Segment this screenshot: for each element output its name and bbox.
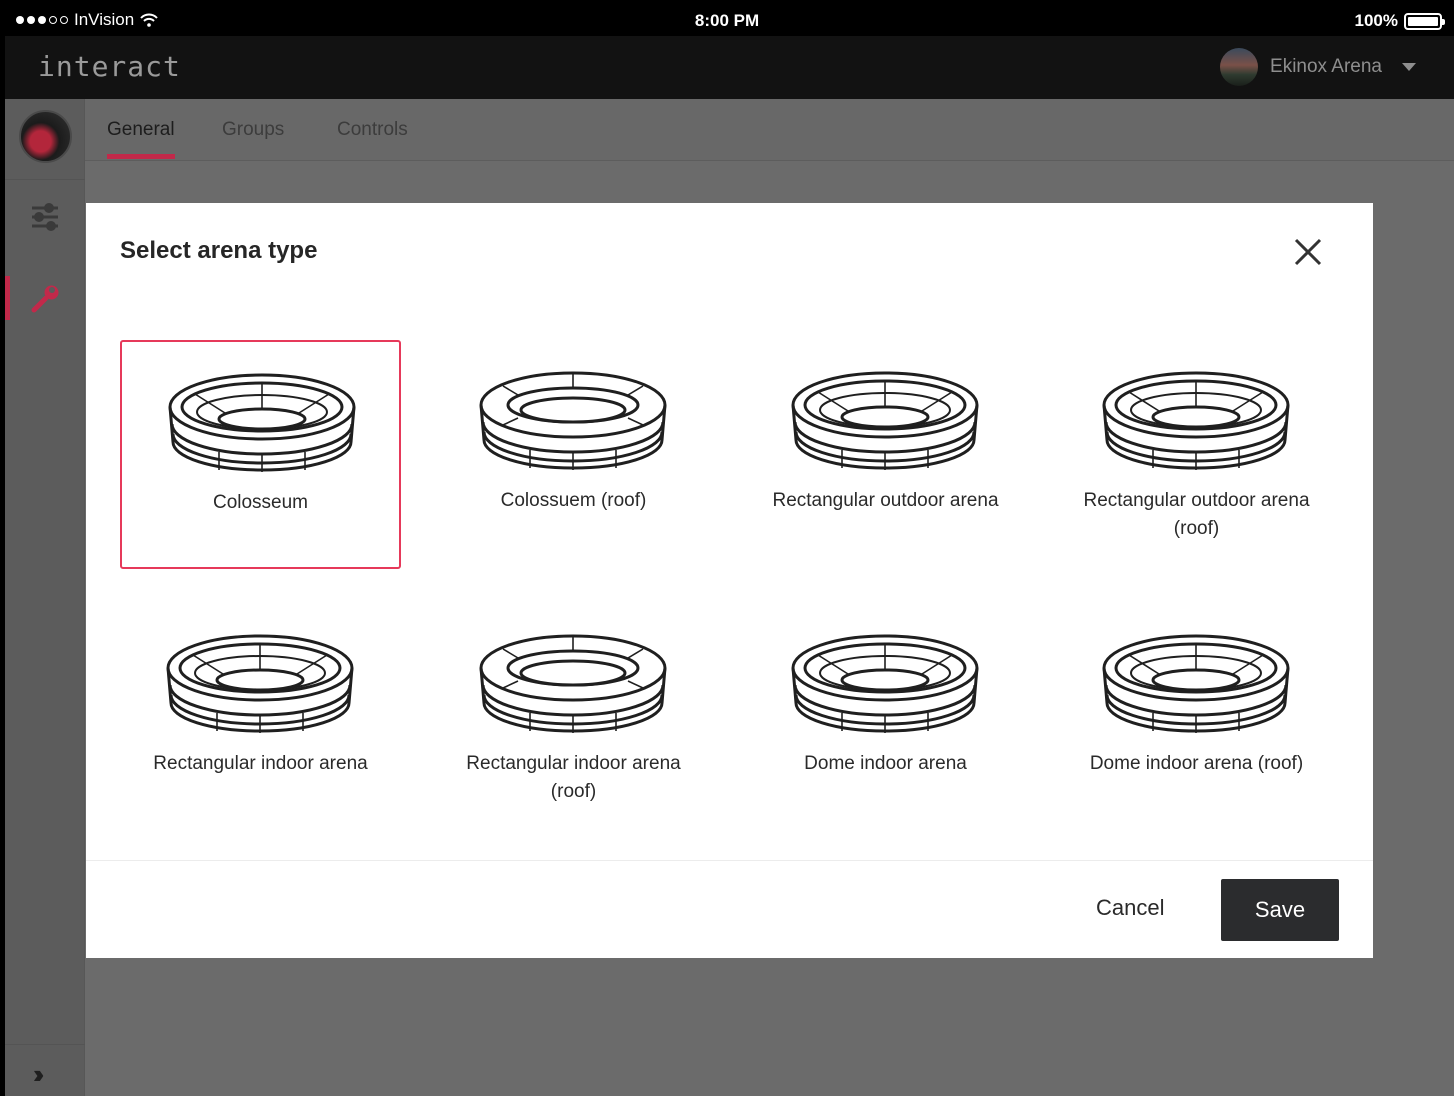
status-time: 8:00 PM [694, 11, 760, 30]
arena-option-label: Dome indoor arena [804, 753, 967, 774]
rectangular-outdoor-arena-roof-icon [1101, 370, 1291, 470]
dome-indoor-arena-roof-icon [1101, 633, 1291, 733]
arena-option-rect-indoor[interactable]: Rectangular indoor arena [120, 603, 401, 832]
sliders-icon[interactable] [27, 199, 63, 235]
tab-general[interactable]: General [107, 119, 175, 141]
sidebar-active-indicator [5, 276, 10, 320]
tab-controls[interactable]: Controls [337, 119, 408, 141]
rectangular-indoor-arena-icon [165, 633, 355, 733]
avatar[interactable] [19, 110, 72, 163]
select-arena-dialog: Select arena type Colosseum Colossuem (r… [86, 203, 1373, 958]
wrench-icon[interactable] [27, 279, 63, 315]
sidebar-divider [5, 179, 85, 180]
venue-name: Ekinox Arena [1270, 56, 1382, 77]
close-icon[interactable] [1291, 235, 1325, 269]
arena-option-label: Dome indoor arena (roof) [1089, 753, 1304, 774]
arena-option-rect-outdoor-roof[interactable]: Rectangular outdoor arena (roof) [1056, 340, 1337, 569]
battery-icon [1404, 12, 1445, 30]
arena-option-colosseum-roof[interactable]: Colossuem (roof) [433, 340, 714, 569]
arena-option-label: Rectangular indoor arena [153, 753, 368, 774]
chevron-down-icon [1402, 63, 1416, 71]
rectangular-outdoor-arena-icon [790, 370, 980, 470]
colosseum-icon [167, 372, 357, 472]
arena-option-label: Rectangular outdoor arena (roof) [1083, 490, 1310, 539]
arena-option-rect-indoor-roof[interactable]: Rectangular indoor arena (roof) [433, 603, 714, 832]
dome-indoor-arena-icon [790, 633, 980, 733]
tab-bar: General Groups Controls [85, 99, 1454, 161]
arena-option-colosseum[interactable]: Colosseum [120, 340, 401, 569]
arena-option-dome-indoor[interactable]: Dome indoor arena [745, 603, 1026, 832]
sidebar-footer: ›› [5, 1044, 85, 1096]
venue-selector[interactable]: Ekinox Arena [1220, 48, 1416, 86]
dialog-title: Select arena type [120, 237, 318, 264]
app-logo: interact [38, 50, 181, 83]
expand-sidebar-icon[interactable]: ›› [33, 1059, 45, 1090]
arena-option-label: Colosseum [212, 492, 309, 513]
arena-option-dome-indoor-roof[interactable]: Dome indoor arena (roof) [1056, 603, 1337, 832]
arena-option-label: Colossuem (roof) [500, 490, 647, 511]
battery-percent: 100% [1354, 11, 1398, 30]
status-right: 100% [1354, 11, 1445, 31]
rectangular-indoor-arena-roof-icon [478, 633, 668, 733]
arena-option-rect-outdoor[interactable]: Rectangular outdoor arena [745, 340, 1026, 569]
colosseum-roof-icon [478, 370, 668, 470]
tab-groups[interactable]: Groups [222, 119, 284, 141]
active-tab-indicator [107, 154, 175, 159]
save-button[interactable]: Save [1221, 879, 1339, 941]
dialog-footer-divider [86, 860, 1373, 861]
venue-avatar [1220, 48, 1259, 86]
arena-option-label: Rectangular outdoor arena [772, 490, 999, 511]
sidebar: ›› [5, 99, 85, 1096]
cancel-button[interactable]: Cancel [1096, 895, 1164, 921]
status-bar: InVision 8:00 PM 100% [0, 0, 1454, 36]
top-bar: interact Ekinox Arena [5, 36, 1454, 99]
arena-option-label: Rectangular indoor arena (roof) [466, 753, 681, 802]
